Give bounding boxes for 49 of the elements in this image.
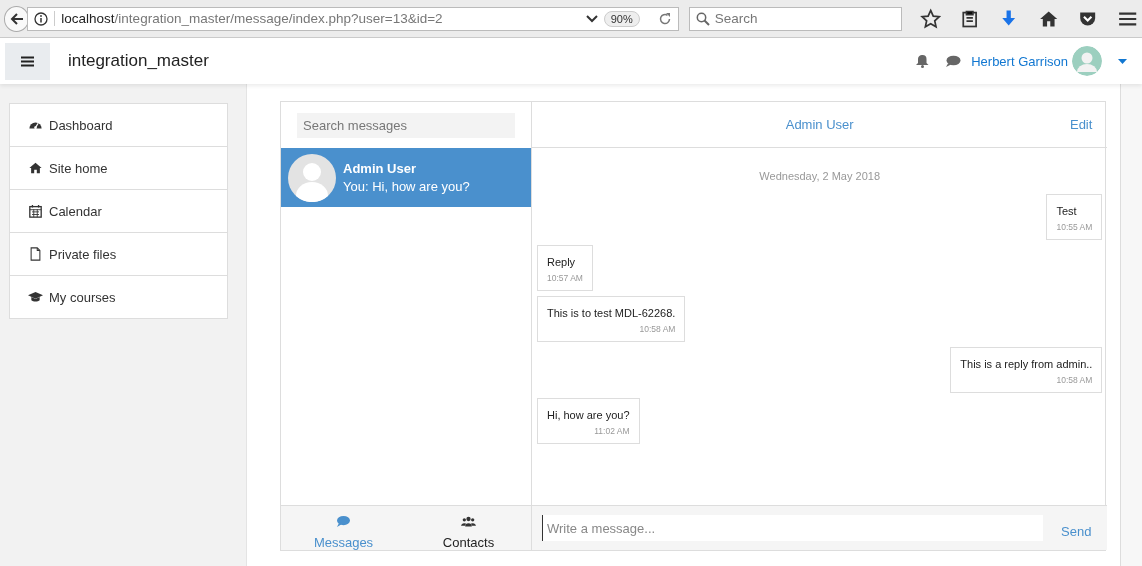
message-text: Reply [547,256,577,268]
star-icon[interactable] [919,7,942,30]
sidebar-item[interactable]: Private files [10,232,227,275]
message-input[interactable]: Write a message... [542,515,1043,541]
sidebar-item[interactable]: Site home [10,146,227,189]
message-text: This is to test MDL-62268. [547,307,676,319]
tab[interactable]: Contacts [406,506,531,550]
sidebar-item[interactable]: Calendar [10,189,227,232]
search-input[interactable]: Search [714,11,895,26]
message-time: 10:57 AM [547,273,583,283]
caret-icon[interactable] [1118,58,1127,64]
home-icon [28,161,43,175]
arrow-left-icon [9,11,24,26]
message-text: Test [1056,205,1078,217]
info-icon[interactable] [34,11,49,26]
date-label: Wednesday, 2 May 2018 [759,170,880,182]
url-text: localhost/integration_master/message/index.php?user=13&id=2 [54,11,580,26]
back-button[interactable] [4,5,30,32]
search-icon [695,11,710,26]
user-name[interactable]: Herbert Garrison [971,53,1068,69]
site-name[interactable]: integration_master [68,51,917,71]
message-text: This is a reply from admin.. [960,358,1093,370]
speech-bubble-icon [336,515,351,528]
speech-bubble-icon[interactable] [945,54,962,68]
sidebar-item[interactable]: Dashboard [10,104,227,146]
contact-name: Admin User [343,161,417,176]
message-time: 10:58 AM [1056,375,1093,385]
sidebar-item[interactable]: My courses [10,275,227,318]
message-time: 10:58 AM [639,324,676,334]
calendar-icon [28,204,43,218]
search-field[interactable]: Search [688,6,902,31]
message-time: 10:55 AM [1056,222,1093,232]
message-text: Hi, how are you? [547,409,630,421]
avatar-icon [288,153,336,202]
group-icon [461,515,476,528]
scrollbar[interactable] [1120,84,1142,566]
file-icon [28,247,43,261]
zoom-level[interactable]: 90% [603,10,640,27]
menu-button[interactable] [5,42,50,80]
conversation-title[interactable]: Admin User [785,117,854,132]
menu-icon [21,55,34,67]
graduation-cap-icon [28,290,43,304]
reload-icon[interactable] [657,11,672,26]
message-preview: You: Hi, how are you? [343,179,470,194]
message-time: 11:02 AM [594,426,630,436]
address-bar[interactable]: localhost/integration_master/message/index.php?user=13&id=2 90% [27,6,679,31]
chevron-down-icon[interactable] [585,14,598,23]
bell-icon[interactable] [916,54,930,68]
search-field[interactable]: Search messages [297,112,515,138]
